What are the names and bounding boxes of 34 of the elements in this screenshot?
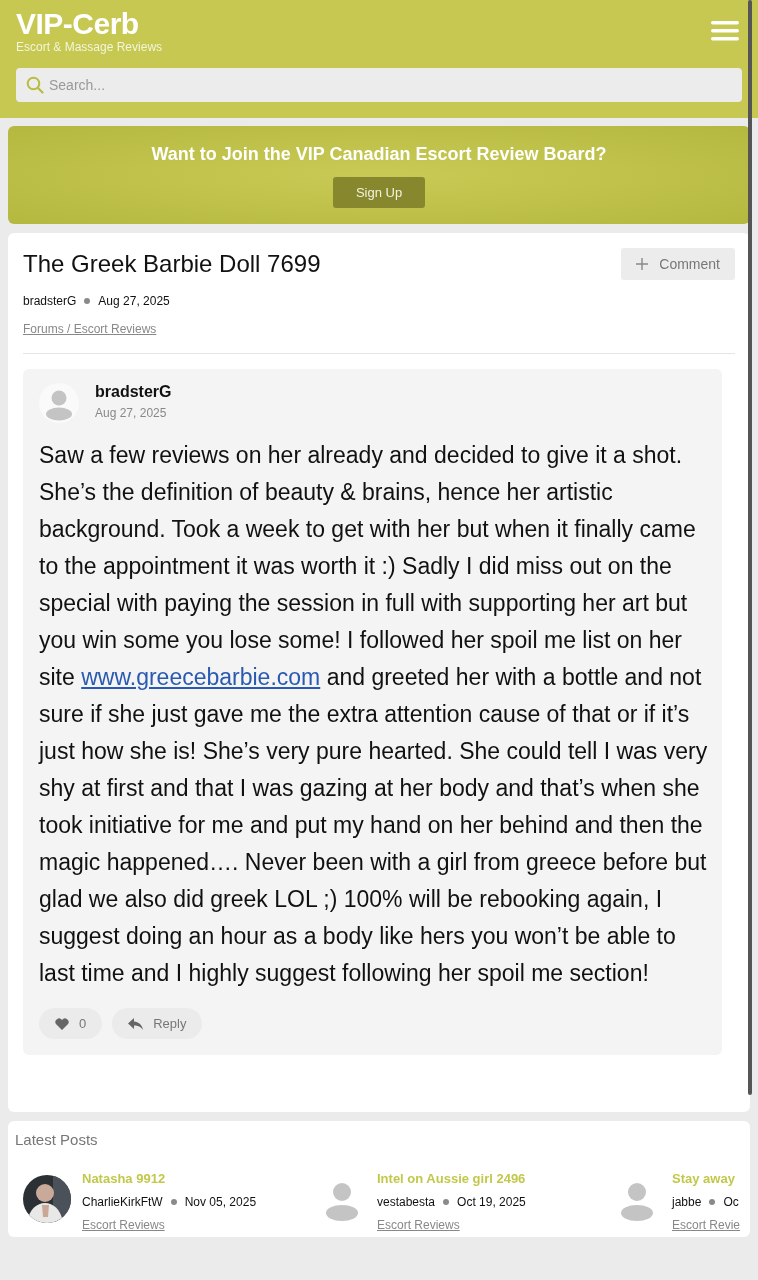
thread-date: Aug 27, 2025: [98, 294, 170, 308]
reply-icon: [128, 1017, 144, 1030]
category-link[interactable]: Escort Revie: [672, 1218, 741, 1232]
breadcrumb-link[interactable]: Forums / Escort Reviews: [23, 322, 157, 336]
category-link[interactable]: Escort Reviews: [82, 1218, 257, 1232]
post-text: Saw a few reviews on her already and decided to give it a shot. She’s the definition of beauty & brains, hence her artistic background. Took a week to get with her but when it finally came to the appointment it was worth it :) Sadly I did miss out on the special with paying the session in full with supporting her art but you win some you lose some! I followed her spoil me list on her site www.greecebarbie.com and greeted her with a bottle and not sure if she just gave me the extra attention cause of that or if it’s just how she is! She’s very pure hearted. She could tell I was very shy at first and that I was gazing at her body and that’s when she took initiative for me and put my hand on her behind and then the magic happened…. Never been with a girl from greece before but glad we also did greek LOL ;) 100% will be rebooking again, I suggest doing an hour as a body like hers you won’t be able to last time and I highly suggest following her spoil me section!: [39, 441, 709, 988]
separator-dot: [84, 298, 91, 304]
separator-dot: [709, 1199, 716, 1205]
site-tagline: Escort & Massage Reviews: [16, 40, 163, 54]
post-date: Nov 05, 2025: [184, 1195, 257, 1209]
comment-button[interactable]: Comment: [621, 248, 735, 280]
search-field[interactable]: Search...: [16, 68, 742, 102]
reply-button[interactable]: Reply: [112, 1008, 203, 1039]
separator-dot: [443, 1199, 450, 1205]
like-button[interactable]: 0: [39, 1008, 103, 1039]
section-title: Latest Posts: [15, 1131, 98, 1148]
post-author[interactable]: jabbe: [672, 1195, 702, 1209]
heart-icon: [55, 1017, 69, 1030]
separator-dot: [170, 1199, 177, 1205]
sign-up-button[interactable]: Sign Up: [333, 177, 425, 208]
avatar-icon: [39, 383, 79, 423]
website-link[interactable]: www.greecebarbie.com: [81, 664, 321, 690]
category-link[interactable]: Escort Reviews: [377, 1218, 526, 1232]
post-date: Oc: [723, 1195, 739, 1209]
plus-icon: [636, 258, 649, 270]
menu-icon[interactable]: [711, 20, 739, 42]
post-date: Aug 27, 2025: [95, 406, 168, 420]
post-author[interactable]: CharlieKirkFtW: [82, 1195, 163, 1209]
post-author[interactable]: vestabesta: [377, 1195, 436, 1209]
thread-title: The Greek Barbie Doll 7699: [23, 250, 321, 278]
thread-author[interactable]: bradsterG: [23, 294, 77, 308]
post-date: Oct 19, 2025: [457, 1195, 526, 1209]
banner-title: Want to Join the VIP Canadian Escort Review Board?: [151, 144, 607, 165]
post-author[interactable]: bradsterG: [95, 383, 172, 401]
